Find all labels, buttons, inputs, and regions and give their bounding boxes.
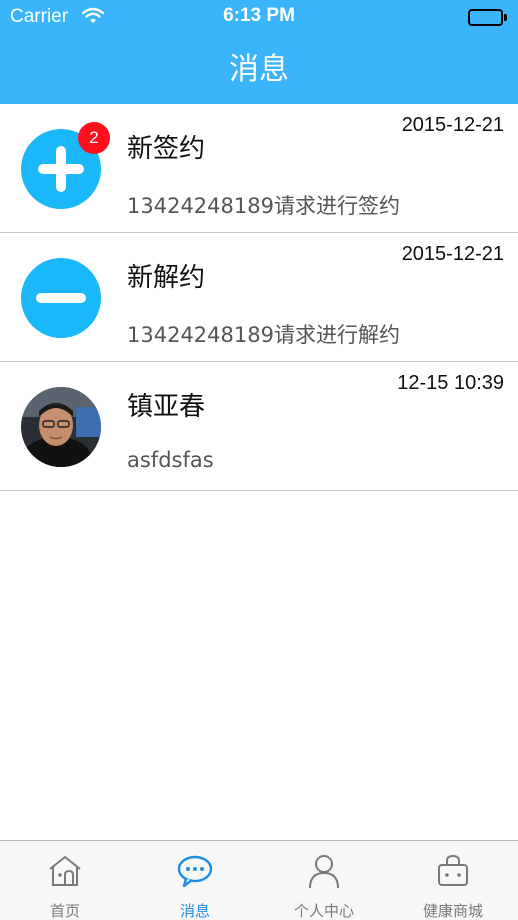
message-list: 2 新签约 13424248189请求进行签约 2015-12-21 新解约 1…: [0, 104, 518, 491]
tab-label: 首页: [49, 902, 80, 920]
tab-label: 消息: [179, 902, 210, 920]
battery-icon: [468, 9, 508, 26]
item-time: 2015-12-21: [401, 243, 504, 265]
tab-profile[interactable]: 个人中心: [259, 841, 389, 920]
item-subtitle: asfdsfas: [127, 448, 214, 472]
item-title: 新解约: [127, 263, 206, 293]
item-title: 镇亚春: [127, 392, 206, 422]
item-title: 新签约: [127, 134, 206, 164]
tab-label: 个人中心: [293, 902, 354, 920]
tab-home[interactable]: 首页: [0, 841, 130, 920]
user-avatar: [21, 387, 101, 467]
page-title: 消息: [229, 52, 289, 87]
item-subtitle: 13424248189请求进行签约: [127, 194, 400, 218]
item-time: 2015-12-21: [401, 114, 504, 136]
unread-badge: 2: [78, 122, 110, 154]
header: Carrier 6:13 PM 消息: [0, 0, 518, 104]
tab-messages[interactable]: 消息: [130, 841, 260, 920]
item-subtitle: 13424248189请求进行解约: [127, 323, 400, 347]
tab-shop[interactable]: 健康商城: [388, 841, 518, 920]
minus-circle-icon: [21, 258, 101, 338]
item-time: 12-15 10:39: [397, 372, 504, 394]
tab-bar: 首页 消息 个人中心 健康商城: [0, 840, 518, 920]
list-item-chat[interactable]: 镇亚春 asfdsfas 12-15 10:39: [0, 362, 518, 491]
list-item-new-contract[interactable]: 2 新签约 13424248189请求进行签约 2015-12-21: [0, 104, 518, 233]
tab-label: 健康商城: [422, 902, 483, 920]
status-time: 6:13 PM: [223, 5, 295, 26]
list-item-cancel-contract[interactable]: 新解约 13424248189请求进行解约 2015-12-21: [0, 233, 518, 362]
status-bar: Carrier 6:13 PM: [0, 0, 518, 34]
